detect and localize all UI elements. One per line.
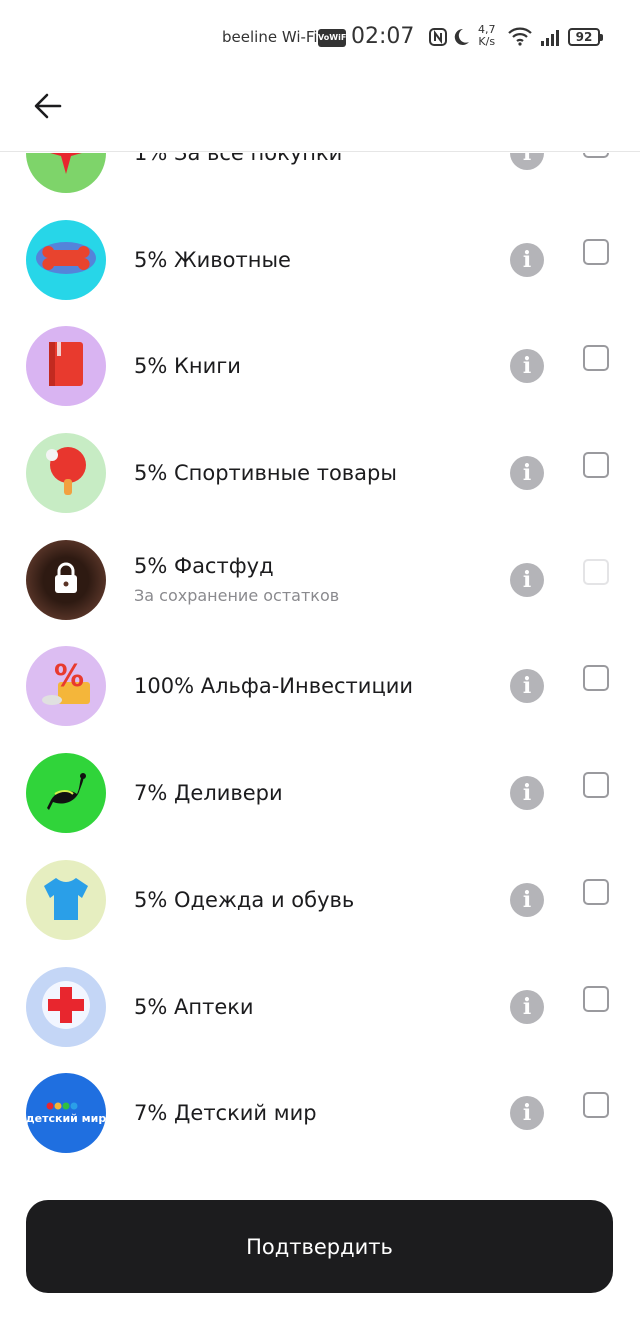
category-title: 5% Книги bbox=[134, 354, 241, 379]
info-icon[interactable]: i bbox=[510, 456, 544, 491]
category-checkbox[interactable] bbox=[583, 665, 609, 692]
speed-unit: K/s bbox=[478, 35, 496, 48]
cashback-category-list[interactable]: 1% За все покупки i 5% Животные i 5% Книги i 5… bbox=[0, 153, 640, 1175]
detskiy-mir-logo: детский мир bbox=[26, 1102, 106, 1125]
vowifi-badge: VoWiFi bbox=[318, 29, 349, 47]
back-button[interactable] bbox=[24, 86, 72, 130]
category-subtitle: За сохранение остатков bbox=[134, 586, 340, 606]
category-checkbox[interactable] bbox=[583, 345, 609, 372]
category-avatar bbox=[26, 753, 106, 834]
category-row[interactable]: 5% Книги i bbox=[0, 313, 640, 420]
category-checkbox bbox=[583, 558, 609, 585]
category-text: 5% Одежда и обувь bbox=[134, 847, 354, 953]
category-avatar: детский мир bbox=[26, 1073, 106, 1154]
category-row[interactable]: % 100% Альфа-Инвестиции i bbox=[0, 633, 640, 740]
category-avatar bbox=[26, 326, 106, 407]
medical-cross-icon bbox=[40, 979, 92, 1035]
status-bar: beeline Wi-Fi VoWiFi 02:07 4,7 K/s 92 bbox=[0, 0, 640, 72]
network-speed: 4,7 K/s bbox=[478, 24, 496, 48]
bone-icon bbox=[34, 232, 98, 288]
red-star-icon bbox=[40, 153, 92, 181]
ostrich-icon bbox=[41, 766, 91, 820]
category-checkbox[interactable] bbox=[583, 878, 609, 905]
svg-text:%: % bbox=[54, 659, 84, 694]
category-avatar bbox=[26, 859, 106, 940]
wifi-icon bbox=[507, 26, 533, 50]
info-icon[interactable]: i bbox=[510, 242, 544, 277]
category-avatar bbox=[26, 539, 106, 620]
category-row[interactable]: 7% Деливери i bbox=[0, 740, 640, 847]
category-row[interactable]: 5% Одежда и обувь i bbox=[0, 847, 640, 954]
category-text: 1% За все покупки bbox=[134, 153, 342, 206]
category-avatar bbox=[26, 433, 106, 514]
app-header bbox=[0, 72, 640, 152]
category-checkbox[interactable] bbox=[583, 153, 609, 158]
category-row[interactable]: 5% Животные i bbox=[0, 207, 640, 314]
category-checkbox[interactable] bbox=[583, 1092, 609, 1119]
category-avatar bbox=[26, 219, 106, 300]
nfc-icon bbox=[429, 28, 447, 50]
battery-icon: 92 bbox=[568, 28, 603, 46]
category-title: 5% Одежда и обувь bbox=[134, 887, 355, 912]
logo-text: детский мир bbox=[26, 1111, 106, 1125]
category-text: 7% Детский мир bbox=[134, 1060, 317, 1166]
category-title: 5% Спортивные товары bbox=[134, 461, 397, 486]
info-icon[interactable]: i bbox=[510, 1096, 544, 1131]
tshirt-icon bbox=[38, 872, 94, 928]
info-icon[interactable]: i bbox=[510, 349, 544, 384]
category-avatar bbox=[26, 966, 106, 1047]
category-text: 5% Животные bbox=[134, 207, 291, 313]
book-icon bbox=[43, 338, 89, 394]
category-checkbox[interactable] bbox=[583, 238, 609, 265]
category-title: 5% Животные bbox=[134, 247, 291, 272]
arrow-left-icon bbox=[34, 93, 62, 123]
info-icon[interactable]: i bbox=[510, 882, 544, 917]
moon-icon bbox=[452, 27, 470, 51]
confirm-button[interactable]: Подтвердить bbox=[26, 1200, 613, 1293]
category-title: 5% Аптеки bbox=[134, 994, 254, 1019]
category-checkbox[interactable] bbox=[583, 985, 609, 1012]
category-row[interactable]: 5% Аптеки i bbox=[0, 954, 640, 1061]
category-title: 5% Фастфуд bbox=[134, 554, 274, 579]
carrier-label: beeline Wi-Fi bbox=[222, 28, 318, 46]
info-icon[interactable]: i bbox=[510, 562, 544, 597]
info-icon[interactable]: i bbox=[510, 989, 544, 1024]
category-text: 7% Деливери bbox=[134, 740, 283, 846]
info-icon[interactable]: i bbox=[510, 153, 544, 170]
category-avatar bbox=[26, 153, 106, 193]
clock: 02:07 bbox=[351, 24, 415, 49]
category-avatar: % bbox=[26, 646, 106, 727]
category-title: 7% Детский мир bbox=[134, 1101, 317, 1126]
category-row[interactable]: детский мир 7% Детский мир i bbox=[0, 1060, 640, 1167]
category-title: 7% Деливери bbox=[134, 781, 283, 806]
category-title: 1% За все покупки bbox=[134, 153, 343, 165]
category-text: 5% Спортивные товары bbox=[134, 420, 397, 526]
category-text: 100% Альфа-Инвестиции bbox=[134, 633, 413, 739]
info-icon[interactable]: i bbox=[510, 669, 544, 704]
info-icon[interactable]: i bbox=[510, 776, 544, 811]
category-text: 5% Книги bbox=[134, 313, 241, 419]
category-checkbox[interactable] bbox=[583, 452, 609, 479]
category-row[interactable]: 5% Спортивные товары i bbox=[0, 420, 640, 527]
lock-icon bbox=[51, 561, 81, 599]
category-title: 100% Альфа-Инвестиции bbox=[134, 674, 414, 699]
category-checkbox[interactable] bbox=[583, 772, 609, 799]
category-text: 5% Фастфуд За сохранение остатков bbox=[134, 527, 339, 633]
signal-icon bbox=[541, 28, 563, 50]
ping-pong-icon bbox=[40, 443, 92, 503]
category-text: 5% Аптеки bbox=[134, 954, 254, 1060]
category-row[interactable]: 5% Фастфуд За сохранение остатков i bbox=[0, 527, 640, 634]
percent-gift-icon: % bbox=[36, 656, 96, 716]
category-row[interactable]: 1% За все покупки i bbox=[0, 153, 640, 207]
